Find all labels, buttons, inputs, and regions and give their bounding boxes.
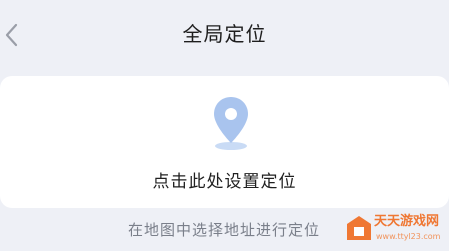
set-location-label: 点击此处设置定位 <box>152 172 297 192</box>
watermark-title: 天天游戏网 <box>374 214 440 229</box>
watermark-url: www.ttyl23.com <box>376 232 441 241</box>
set-location-card[interactable]: 点击此处设置定位 <box>0 76 449 208</box>
watermark-logo-icon <box>347 216 371 240</box>
page-title: 全局定位 <box>182 22 267 46</box>
map-pin-icon <box>214 97 248 150</box>
site-watermark: 天天游戏网 www.ttyl23.com <box>346 211 446 247</box>
app-screen: 全局定位 点击此处设置定位 在地图中选择地址进行定位 天天游戏网 www.tty… <box>0 0 449 251</box>
select-on-map-link[interactable]: 在地图中选择地址进行定位 <box>128 219 320 241</box>
navigation-bar: 全局定位 <box>0 0 449 68</box>
